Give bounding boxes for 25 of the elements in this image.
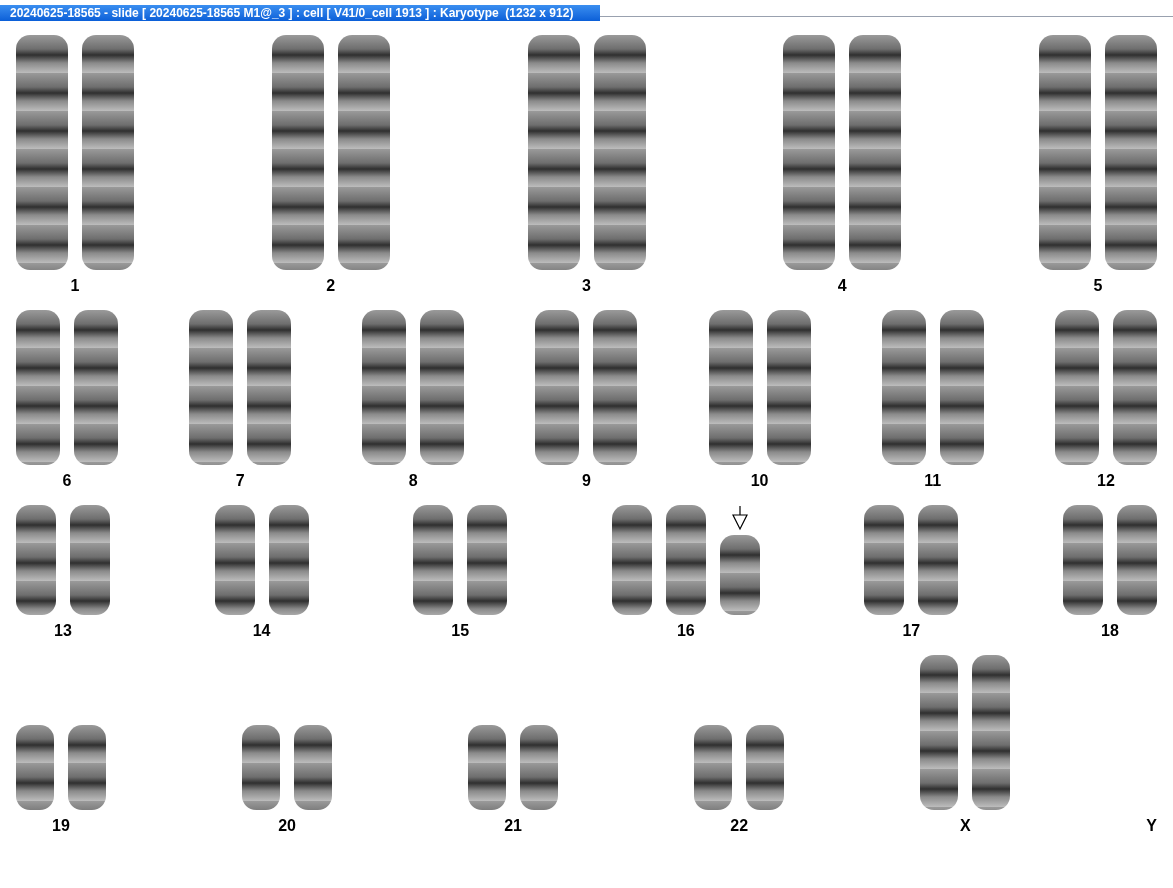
- chromosome-label: 7: [235, 471, 245, 491]
- chromosome-label: 17: [902, 621, 921, 641]
- chromosome-label: 16: [676, 621, 695, 641]
- chromosome-label: 5: [1093, 276, 1103, 296]
- window-title: 20240625-18565 - slide [ 20240625-18565 M1@_3 ] : cell [ V41/0_cell 1913 ] : Karyotype (1232 x 912): [0, 5, 600, 21]
- chromosome-label: 2: [326, 276, 336, 296]
- chromosome-label: 1: [70, 276, 80, 296]
- chromosome-label: 12: [1097, 471, 1115, 491]
- chromosome-label: 13: [54, 621, 72, 641]
- chromosome-label: X: [959, 816, 971, 836]
- chromosome-label: 4: [837, 276, 847, 296]
- chromosome-label: 9: [582, 471, 591, 491]
- chromosome-label: 3: [582, 276, 591, 296]
- chromosome-label: 8: [408, 471, 418, 491]
- chromosome-label: 22: [730, 816, 749, 836]
- chromosome-label: 21: [504, 816, 522, 836]
- chromosome-label: 11: [924, 471, 942, 491]
- chromosome-label: 20: [278, 816, 296, 836]
- chromosome-label: 19: [52, 816, 70, 836]
- chromosome-label: 15: [451, 621, 470, 641]
- chromosome-label: Y: [1146, 816, 1157, 836]
- chromosome-label: 10: [750, 471, 769, 491]
- chromosome-label: 18: [1101, 621, 1119, 641]
- chromosome-label: 14: [252, 621, 271, 641]
- chromosome-label: 6: [62, 471, 72, 491]
